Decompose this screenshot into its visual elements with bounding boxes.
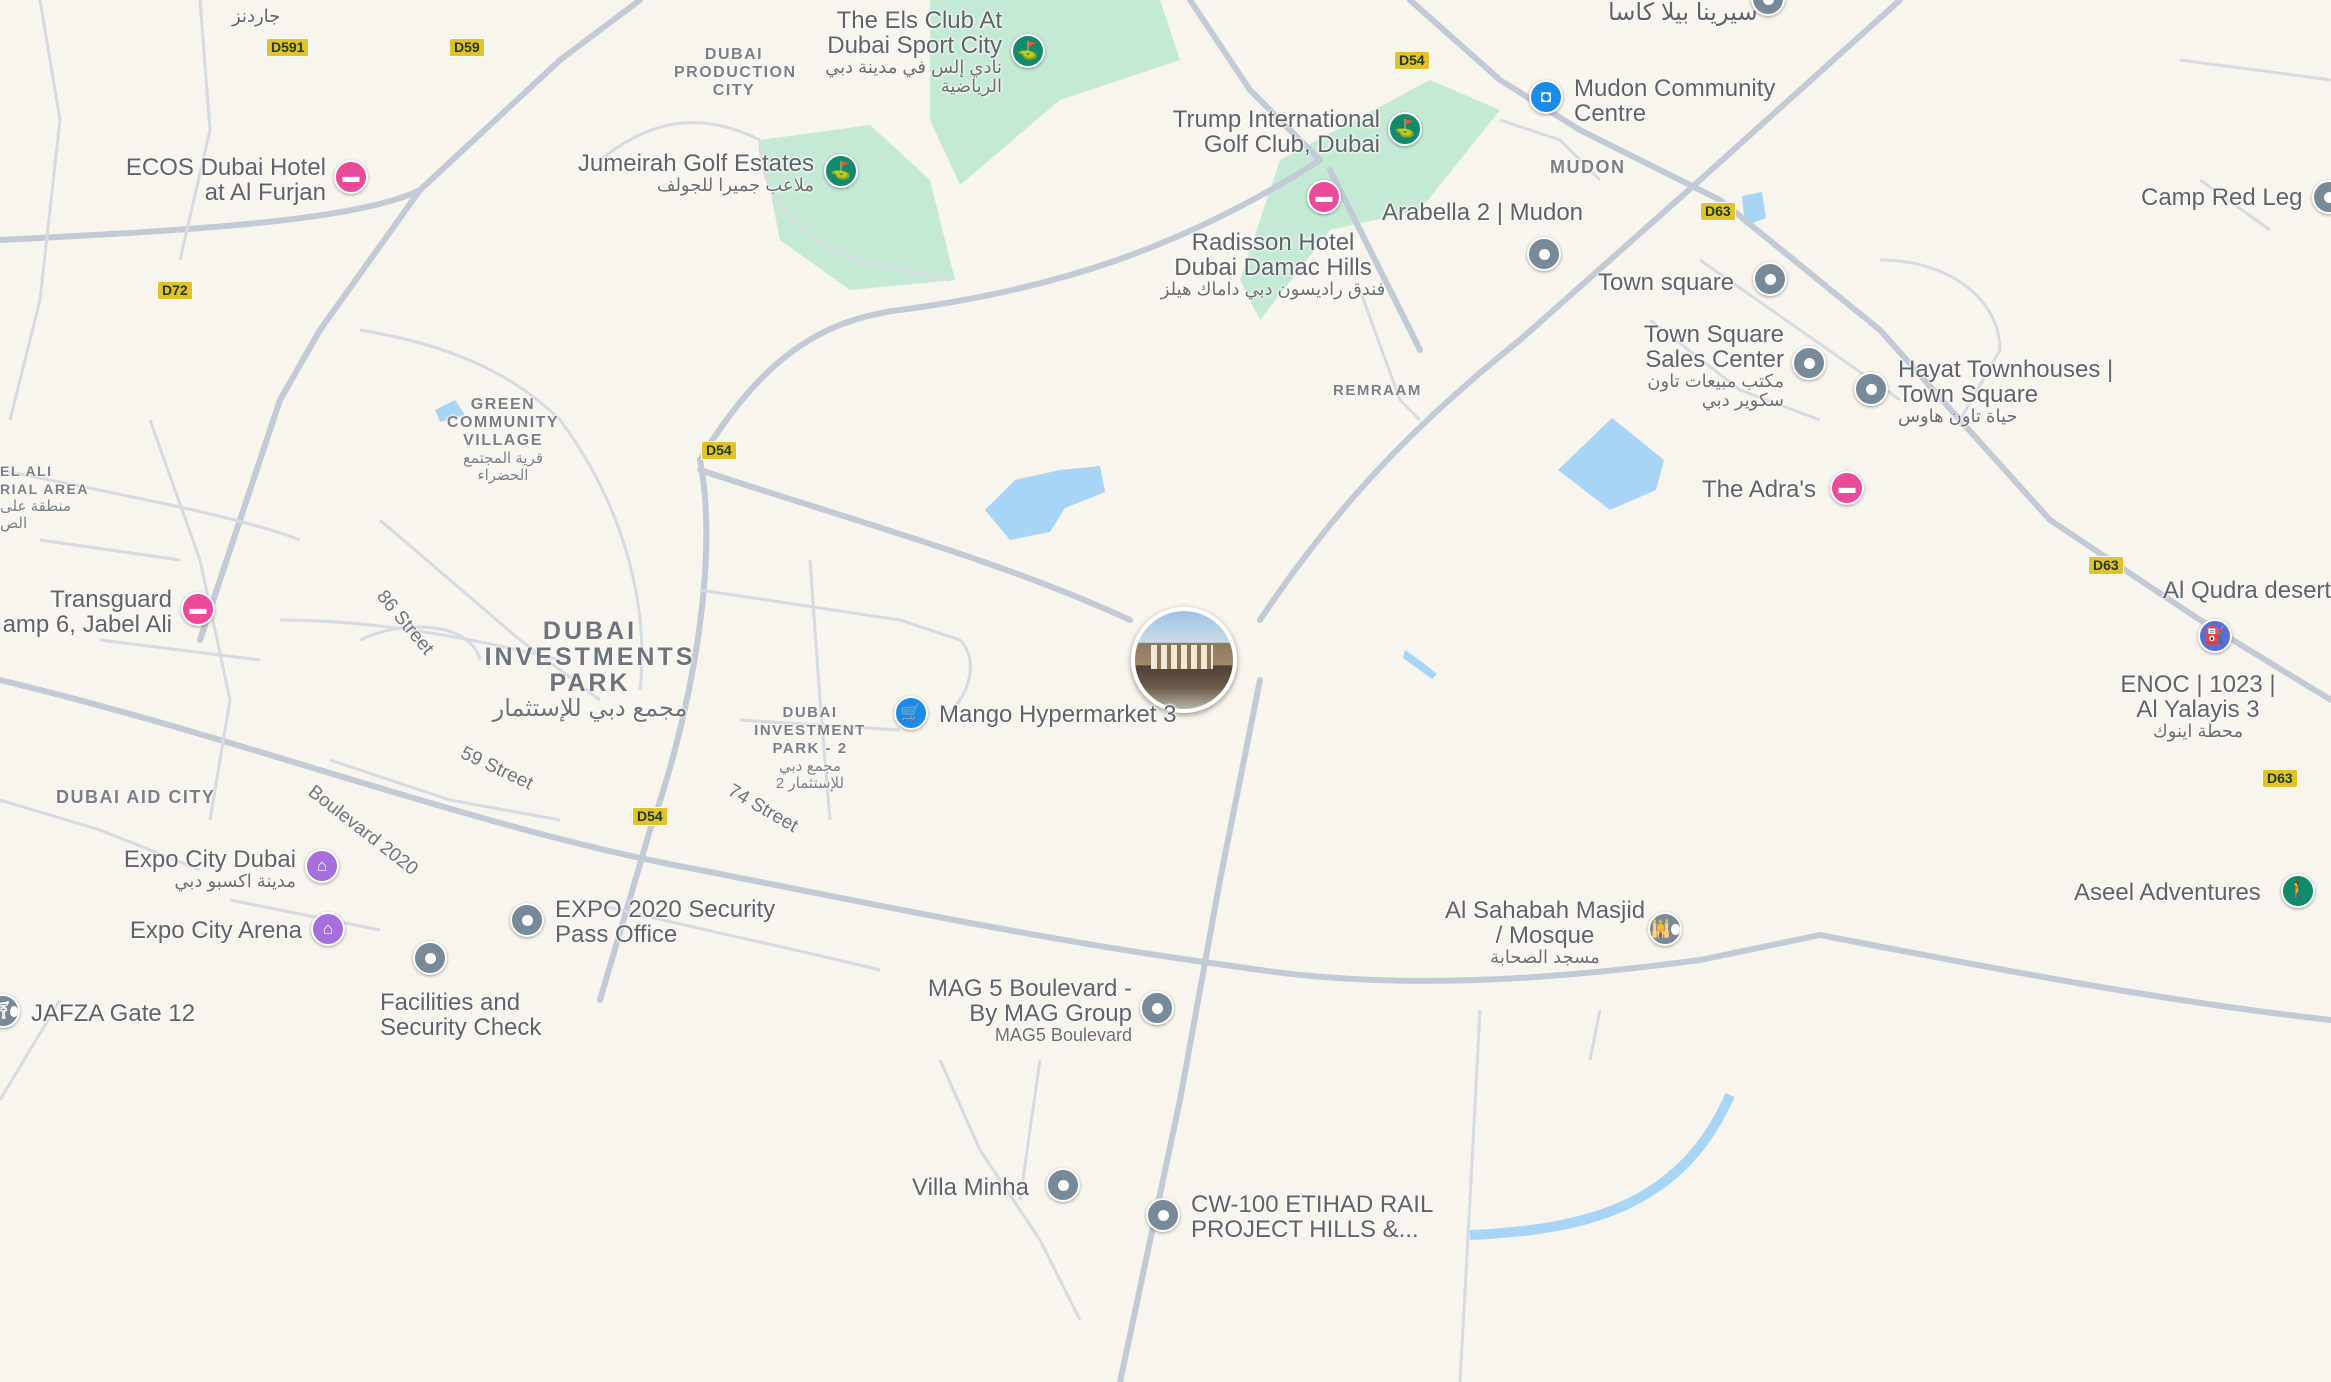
place-label-expo-city-arena[interactable]: Expo City Arena [110,918,302,943]
place-label-al-sahabah[interactable]: Al Sahabah Masjid / Mosque مسجد الصحابة [1440,898,1650,967]
place-pin-icon[interactable] [1854,372,1888,406]
golf-icon[interactable]: ⛳ [1011,34,1045,68]
hiking-icon[interactable]: 🚶 [2281,874,2315,908]
hotel-icon[interactable]: ▬ [1307,180,1341,214]
place-label-transguard[interactable]: Transguard amp 6, Jabel Ali [0,587,172,637]
place-label-els-club[interactable]: The Els Club At Dubai Sport City نادي إل… [800,8,1002,96]
place-label-mudon-community[interactable]: Mudon Community Centre [1574,76,1794,126]
place-label-cw-100[interactable]: CW-100 ETIHAD RAIL PROJECT HILLS &... [1191,1192,1441,1242]
place-label-arabella[interactable]: Arabella 2 | Mudon [1382,200,1583,225]
hotel-icon[interactable]: ▬ [334,160,368,194]
road-shield: D59 [449,38,485,57]
road-shield: D63 [2088,556,2124,575]
place-label-villa-minha[interactable]: Villa Minha [912,1175,1029,1200]
area-label-dip: DUBAI INVESTMENTS PARK مجمع دبي للإستثما… [484,617,696,722]
gas-station-icon[interactable]: ⛽ [2198,619,2232,653]
shopping-cart-icon[interactable]: 🛒 [894,696,928,730]
place-label-hayat[interactable]: Hayat Townhouses | Town Square حياة تاون… [1898,357,2128,426]
place-pin-icon[interactable] [1046,1168,1080,1202]
place-pin-icon[interactable] [1753,262,1787,296]
lake [1403,650,1437,679]
road-shield: D63 [2262,769,2298,788]
hotel-icon[interactable]: ▬ [181,592,215,626]
golf-icon[interactable]: ⛳ [1388,112,1422,146]
area-label: GREEN COMMUNITY VILLAGE قرية المجتمع الح… [446,396,560,484]
landmark-icon[interactable]: ⌂ [305,849,339,883]
hotel-icon[interactable]: ▬ [1830,471,1864,505]
place-label-expo-city-dubai[interactable]: Expo City Dubai مدينة اكسبو دبي [110,847,296,891]
road-shield: D54 [1394,51,1430,70]
road-shield: D591 [266,38,310,57]
area-label: EL ALI RIAL AREA منطقة على الص [0,463,89,532]
place-label-al-qudra[interactable]: Al Qudra desert [2163,578,2331,603]
place-label-adras[interactable]: The Adra's [1702,477,1816,502]
place-label-facilities[interactable]: Facilities and Security Check [380,990,580,1040]
place-label-jafza-gate[interactable]: JAFZA Gate 12 [31,1001,195,1026]
road-shield: D54 [632,807,668,826]
shopping-bag-icon[interactable]: ◘ [1529,80,1563,114]
mosque-icon[interactable]: 🕌 [1648,912,1682,946]
place-label-ecos[interactable]: ECOS Dubai Hotel at Al Furjan [120,155,326,205]
place-label-enoc[interactable]: ENOC | 1023 | Al Yalayis 3 محطة اينوك [2118,672,2278,741]
area-label: REMRAAM [1333,382,1422,399]
place-label-town-square[interactable]: Town square [1598,270,1734,295]
road-shield: D63 [1700,202,1736,221]
landmark-icon[interactable]: ⌂ [311,912,345,946]
place-label-aseel[interactable]: Aseel Adventures [2074,880,2261,905]
road-shield: D72 [157,281,193,300]
lake [1558,418,1664,510]
place-label-expo-security[interactable]: EXPO 2020 Security Pass Office [555,897,795,947]
map-canvas[interactable]: DUBAI PRODUCTION CITY GREEN COMMUNITY VI… [0,0,2331,1382]
place-pin-icon[interactable] [1792,346,1826,380]
creek [1469,1093,1735,1240]
place-label-mango[interactable]: Mango Hypermarket 3 [939,702,1176,727]
place-label-gardens: جاردنز [232,6,281,26]
place-pin-icon[interactable] [1140,991,1174,1025]
place-label-radisson[interactable]: Radisson Hotel Dubai Damac Hills فندق را… [1160,230,1386,299]
area-label: DUBAI PRODUCTION CITY [674,46,797,99]
area-label: DUBAI AID CITY [56,787,216,807]
place-pin-icon[interactable] [1527,237,1561,271]
road-shield: D54 [701,441,737,460]
place-label-trump-golf[interactable]: Trump International Golf Club, Dubai [1142,107,1380,157]
place-label-town-square-sales[interactable]: Town Square Sales Center مكتب مبيعات تاو… [1600,322,1784,410]
place-label-mag5[interactable]: MAG 5 Boulevard - By MAG Group MAG5 Boul… [900,976,1132,1045]
photo-marker[interactable] [1131,607,1237,713]
place-pin-icon[interactable] [1146,1198,1180,1232]
golf-icon[interactable]: ⛳ [824,154,858,188]
place-label-serena[interactable]: سيرينا بيلا كاسا [1608,0,1758,25]
place-pin-icon[interactable] [510,903,544,937]
place-label-jumeirah-golf[interactable]: Jumeirah Golf Estates ملاعب جميرا للجولف [560,151,814,195]
area-label: DUBAI INVESTMENT PARK - 2 مجمع دبي للإست… [754,704,866,792]
place-pin-icon[interactable] [413,941,447,975]
area-label: MUDON [1550,157,1626,177]
lake [985,466,1105,540]
place-label-camp-red-leg[interactable]: Camp Red Leg [2141,185,2302,210]
